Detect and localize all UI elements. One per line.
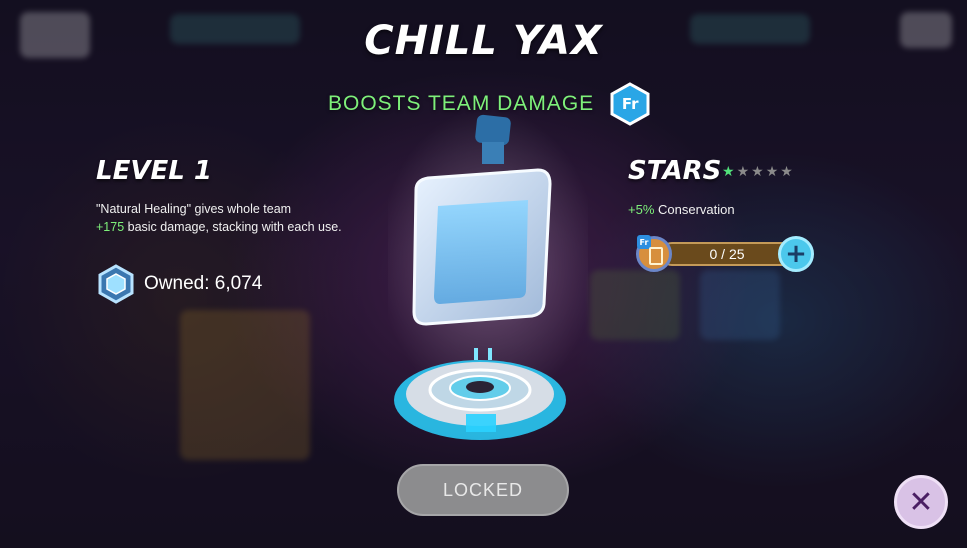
background-panel [700,270,780,340]
description-bonus: +175 [96,220,125,234]
star-empty-icon: ★ [736,164,750,180]
crystal-currency-icon [98,264,134,304]
shard-progress: 0 / 25 Fr + [636,235,816,272]
level-description: "Natural Healing" gives whole team +175 b… [96,200,346,236]
background-panel [590,270,680,340]
star-empty-icon: ★ [765,164,779,180]
shard-icon: Fr [636,235,672,272]
add-shards-button[interactable]: + [778,236,814,272]
star-filled-icon: ★ [722,164,735,180]
owned-row: Owned: 6,074 [98,264,262,304]
stars-label: STARS [628,156,722,186]
star-bonus-value: +5% [628,202,655,217]
star-empty-icon: ★ [751,164,764,180]
class-badge-label: Fr [621,95,639,113]
level-label: LEVEL 1 [96,156,212,186]
star-bonus: +5% Conservation [628,202,735,217]
owned-count: Owned: 6,074 [144,273,263,294]
star-bonus-name: Conservation [654,202,735,217]
shard-class-badge: Fr [637,235,651,249]
plus-icon: + [785,239,807,269]
item-title: CHILL YAX [364,18,603,64]
description-text: "Natural Healing" gives whole team [96,202,292,216]
star-rating: ★ ★ ★ ★ ★ [722,164,793,180]
star-empty-icon: ★ [780,164,793,180]
class-badge: Fr [610,82,650,126]
chill-yax-item-art [378,108,598,458]
description-text: basic damage, stacking with each use. [124,220,342,234]
progress-text: 0 / 25 [709,246,745,262]
locked-button[interactable]: LOCKED [397,464,569,516]
close-button[interactable]: ✕ [894,475,948,529]
close-icon: ✕ [908,484,934,520]
background-panel [180,310,310,460]
